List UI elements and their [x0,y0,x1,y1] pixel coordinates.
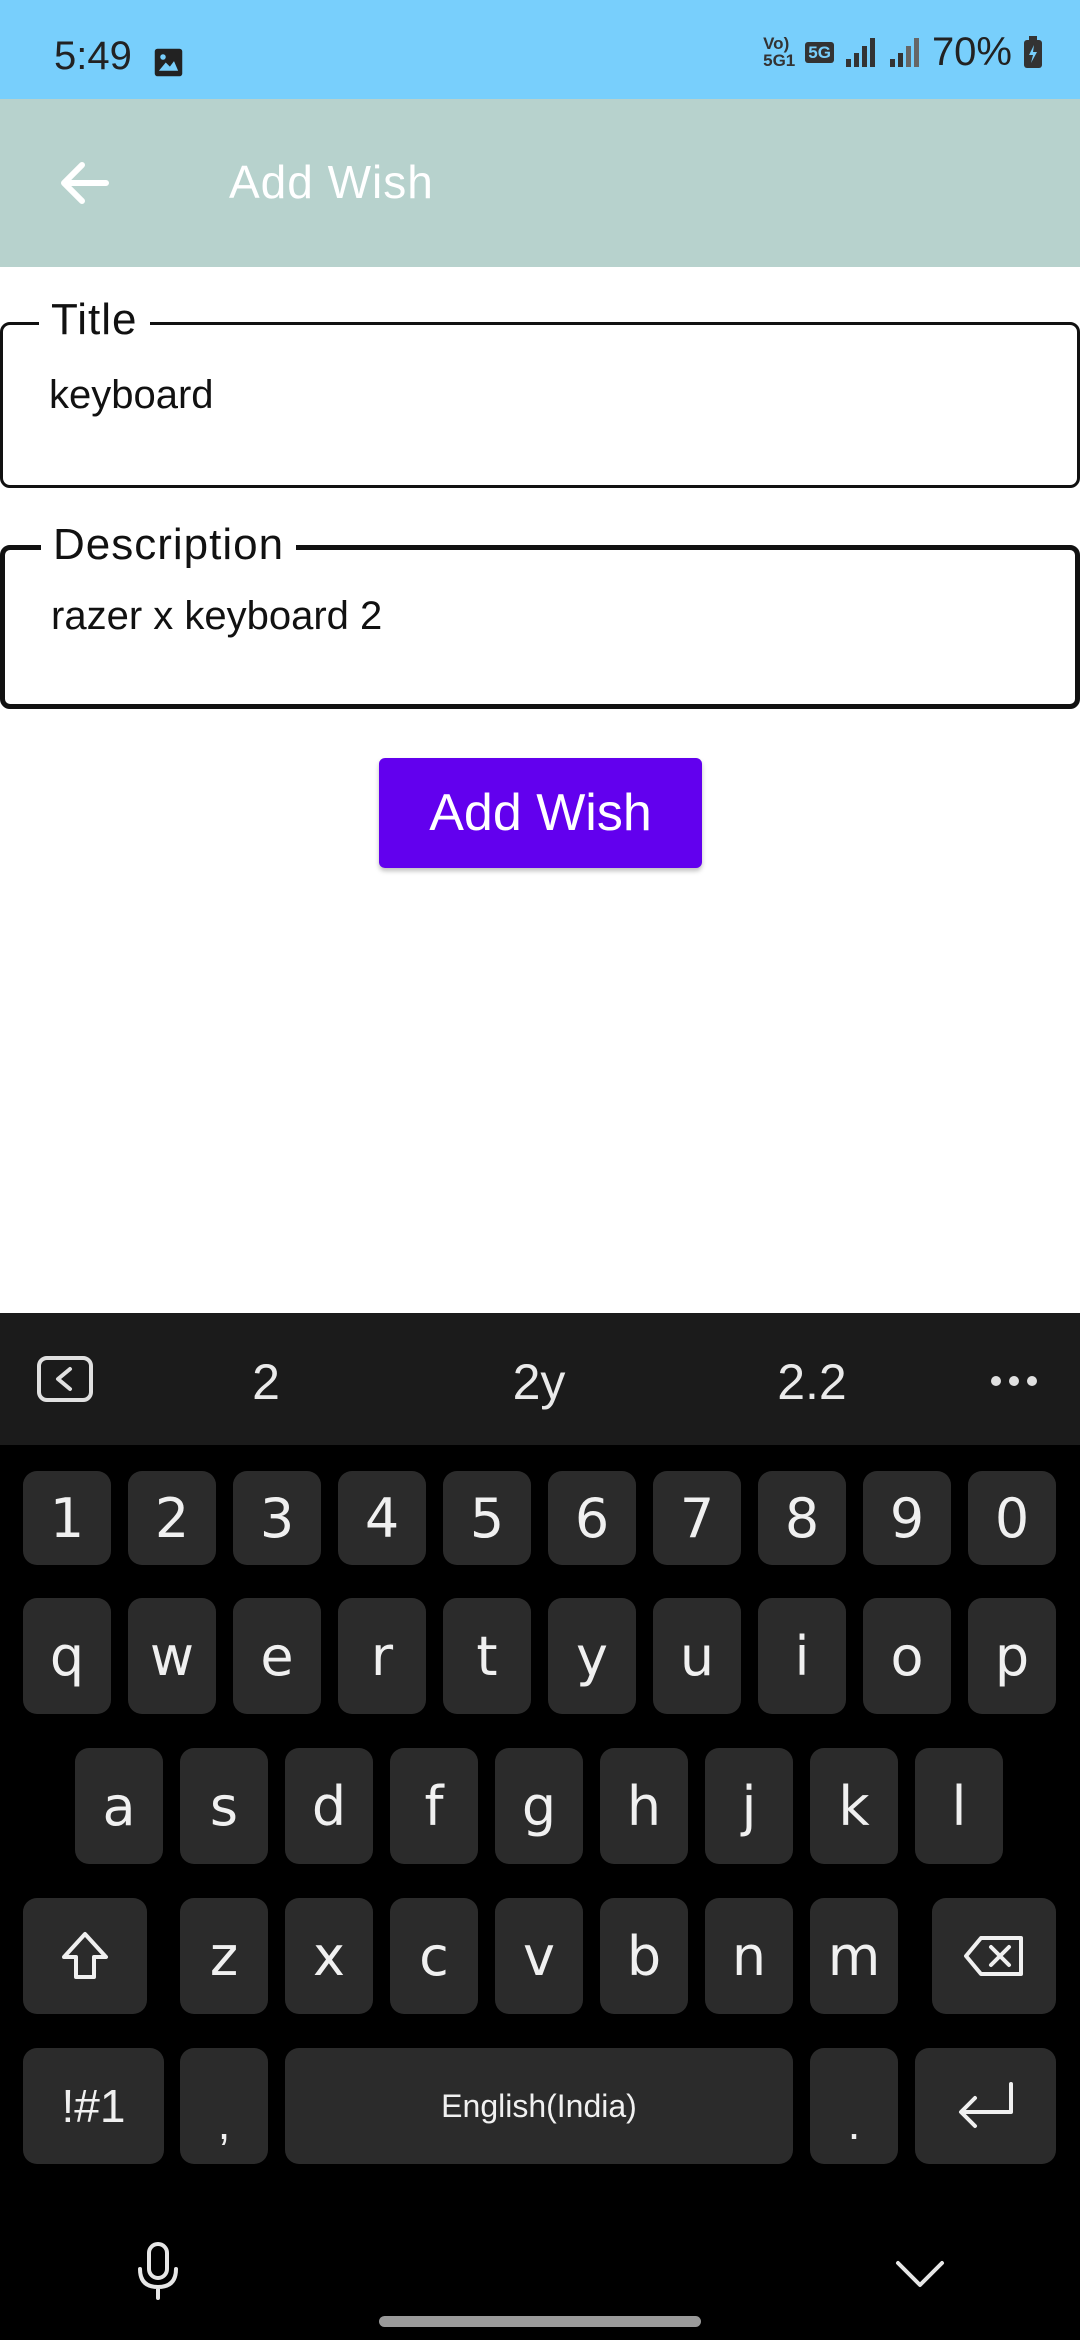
shift-key[interactable] [23,1898,147,2014]
back-button[interactable] [44,143,124,223]
more-options-icon[interactable] [990,1375,1038,1387]
description-field-label: Description [41,520,297,570]
comma-key[interactable]: , [180,2048,268,2164]
enter-icon [958,2082,1013,2128]
signal-icon [845,38,875,67]
suggestion-bar: 2 2y 2.2 [0,1313,1080,1445]
key-u[interactable]: u [653,1598,741,1714]
key-a[interactable]: a [75,1748,163,1864]
status-bar: 5:49 Vo) 5G1 5G 70% [0,0,1080,99]
home-indicator[interactable] [379,2316,701,2327]
space-key[interactable]: English(India) [285,2048,793,2164]
key-f[interactable]: f [390,1748,478,1864]
key-v[interactable]: v [495,1898,583,2014]
backspace-icon [964,1936,1023,1976]
suggestion-1[interactable]: 2 [166,1353,366,1411]
description-field-value[interactable]: razer x keyboard 2 [51,594,382,639]
arrow-left-icon [61,162,109,204]
network-indicator: 5G [805,41,834,63]
title-field[interactable]: Title keyboard [0,295,1080,488]
key-n[interactable]: n [705,1898,793,2014]
key-3[interactable]: 3 [233,1471,321,1565]
key-0[interactable]: 0 [968,1471,1056,1565]
gallery-icon [154,48,183,77]
key-1[interactable]: 1 [23,1471,111,1565]
app-bar: Add Wish [0,99,1080,267]
shift-icon [62,1932,108,1979]
title-field-label: Title [39,295,150,345]
period-key[interactable]: . [810,2048,898,2164]
key-c[interactable]: c [390,1898,478,2014]
status-time: 5:49 [54,34,132,78]
key-k[interactable]: k [810,1748,898,1864]
key-o[interactable]: o [863,1598,951,1714]
enter-key[interactable] [915,2048,1056,2164]
key-t[interactable]: t [443,1598,531,1714]
key-r[interactable]: r [338,1598,426,1714]
key-g[interactable]: g [495,1748,583,1864]
suggestion-2[interactable]: 2y [439,1353,639,1411]
key-e[interactable]: e [233,1598,321,1714]
battery-percent: 70% [931,29,1012,74]
key-x[interactable]: x [285,1898,373,2014]
volte-indicator: Vo) 5G1 [763,34,796,70]
key-b[interactable]: b [600,1898,688,2014]
key-p[interactable]: p [968,1598,1056,1714]
key-s[interactable]: s [180,1748,268,1864]
key-m[interactable]: m [810,1898,898,2014]
title-field-value[interactable]: keyboard [49,373,214,418]
status-right: Vo) 5G1 5G 70% [763,30,1044,74]
signal-icon [889,38,919,67]
key-8[interactable]: 8 [758,1471,846,1565]
key-9[interactable]: 9 [863,1471,951,1565]
key-d[interactable]: d [285,1748,373,1864]
key-h[interactable]: h [600,1748,688,1864]
key-4[interactable]: 4 [338,1471,426,1565]
key-y[interactable]: y [548,1598,636,1714]
description-field[interactable]: Description razer x keyboard 2 [0,520,1080,709]
microphone-icon[interactable] [134,2241,182,2301]
symbols-key[interactable]: !#1 [23,2048,164,2164]
backspace-key[interactable] [932,1898,1056,2014]
hide-keyboard-icon[interactable] [894,2259,946,2289]
key-5[interactable]: 5 [443,1471,531,1565]
suggestion-3[interactable]: 2.2 [712,1353,912,1411]
key-w[interactable]: w [128,1598,216,1714]
battery-icon [1024,36,1042,68]
key-6[interactable]: 6 [548,1471,636,1565]
page-title: Add Wish [229,156,434,208]
key-i[interactable]: i [758,1598,846,1714]
key-q[interactable]: q [23,1598,111,1714]
keyboard-back-icon[interactable] [36,1355,94,1403]
key-z[interactable]: z [180,1898,268,2014]
add-wish-button[interactable]: Add Wish [379,758,702,868]
soft-keyboard: 2 2y 2.2 1 2 3 4 5 6 7 8 9 0 q w e r t y… [0,1313,1080,2340]
key-2[interactable]: 2 [128,1471,216,1565]
key-j[interactable]: j [705,1748,793,1864]
key-l[interactable]: l [915,1748,1003,1864]
key-7[interactable]: 7 [653,1471,741,1565]
